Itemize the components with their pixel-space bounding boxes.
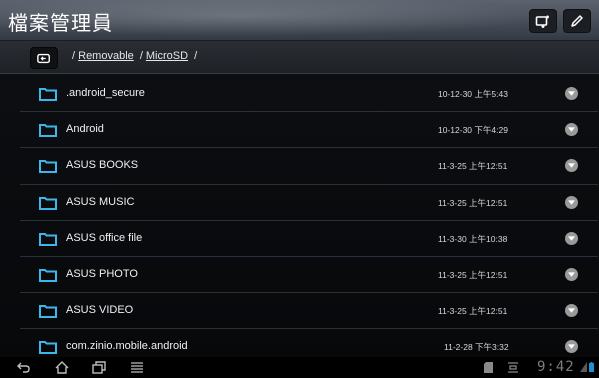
list-item[interactable]: ASUS MUSIC 11-3-25 上午12:51 bbox=[20, 185, 598, 221]
edit-icon bbox=[571, 15, 583, 27]
chevron-down-icon bbox=[568, 163, 575, 169]
list-item[interactable]: ASUS VIDEO 11-3-25 上午12:51 bbox=[20, 293, 598, 330]
item-menu-button[interactable] bbox=[565, 87, 578, 100]
item-menu-button[interactable] bbox=[565, 231, 578, 245]
file-date: 10-12-30 上午5:43 bbox=[438, 89, 508, 99]
item-menu-button[interactable] bbox=[565, 304, 578, 318]
file-name: Android bbox=[66, 123, 104, 136]
file-name: ASUS PHOTO bbox=[66, 267, 138, 280]
new-folder-icon bbox=[535, 15, 549, 28]
system-bar: 9:42 bbox=[0, 357, 599, 378]
chevron-down-icon bbox=[568, 344, 575, 349]
app-title: 檔案管理員 bbox=[8, 11, 113, 35]
file-date: 11-2-28 下午3:32 bbox=[444, 342, 509, 353]
item-menu-button[interactable] bbox=[565, 195, 578, 209]
back-folder-icon bbox=[37, 53, 50, 63]
chevron-down-icon bbox=[568, 91, 575, 96]
folder-icon bbox=[39, 124, 57, 138]
file-date: 11-3-25 上午12:51 bbox=[438, 269, 508, 280]
folder-icon bbox=[39, 196, 57, 210]
folder-icon bbox=[39, 268, 57, 282]
breadcrumb-microsd[interactable]: MicroSD bbox=[146, 50, 188, 62]
item-menu-button[interactable] bbox=[565, 267, 578, 281]
chevron-down-icon bbox=[568, 272, 575, 277]
sd-card-icon bbox=[484, 362, 493, 373]
usb-icon bbox=[508, 362, 518, 373]
folder-icon bbox=[39, 341, 57, 355]
menu-icon[interactable] bbox=[129, 360, 145, 375]
folder-icon bbox=[39, 305, 57, 319]
list-item[interactable]: ASUS BOOKS 11-3-25 上午12:51 bbox=[20, 148, 598, 185]
chevron-down-icon bbox=[568, 236, 575, 241]
title-bar: 檔案管理員 bbox=[0, 0, 599, 41]
list-item[interactable]: .android_secure 10-12-30 上午5:43 bbox=[20, 76, 598, 113]
breadcrumb-root: / bbox=[72, 50, 76, 62]
breadcrumb-separator: / bbox=[139, 50, 143, 62]
item-menu-button[interactable] bbox=[565, 123, 578, 137]
file-name: com.zinio.mobile.android bbox=[66, 340, 188, 353]
back-icon[interactable] bbox=[16, 360, 32, 375]
chevron-down-icon bbox=[568, 199, 575, 205]
home-icon[interactable] bbox=[54, 360, 70, 375]
item-menu-button[interactable] bbox=[565, 340, 578, 354]
file-list: .android_secure 10-12-30 上午5:43 Android … bbox=[20, 76, 598, 365]
recent-apps-icon[interactable] bbox=[91, 360, 107, 375]
list-item[interactable]: ASUS office file 11-3-30 上午10:38 bbox=[20, 221, 598, 257]
file-name: .android_secure bbox=[66, 87, 145, 99]
file-date: 11-3-25 上午12:51 bbox=[438, 161, 508, 172]
item-menu-button[interactable] bbox=[565, 159, 578, 173]
edit-button[interactable] bbox=[563, 9, 591, 33]
battery-icon bbox=[589, 362, 594, 372]
list-item[interactable]: ASUS PHOTO 11-3-25 上午12:51 bbox=[20, 257, 598, 294]
file-name: ASUS BOOKS bbox=[66, 159, 139, 172]
folder-icon bbox=[39, 88, 57, 101]
breadcrumb: / Removable / MicroSD / bbox=[72, 50, 200, 62]
breadcrumb-separator: / bbox=[194, 50, 198, 62]
file-date: 11-3-25 上午12:51 bbox=[438, 306, 508, 317]
file-manager-app: 檔案管理員 / Removable / MicroSD / .android_s… bbox=[0, 0, 599, 378]
chevron-down-icon bbox=[568, 308, 575, 313]
folder-icon bbox=[39, 160, 57, 174]
file-date: 11-3-25 上午12:51 bbox=[438, 197, 508, 208]
wifi-icon bbox=[580, 362, 587, 372]
file-name: ASUS VIDEO bbox=[66, 304, 134, 317]
up-folder-button[interactable] bbox=[30, 47, 58, 69]
file-date: 10-12-30 下午4:29 bbox=[438, 125, 508, 136]
list-item[interactable]: Android 10-12-30 下午4:29 bbox=[20, 112, 598, 149]
file-name: ASUS MUSIC bbox=[66, 195, 135, 208]
clock: 9:42 bbox=[537, 359, 575, 375]
path-bar: / Removable / MicroSD / bbox=[0, 41, 599, 74]
file-name: ASUS office file bbox=[66, 231, 143, 244]
breadcrumb-removable[interactable]: Removable bbox=[78, 50, 134, 62]
folder-icon bbox=[39, 232, 57, 246]
new-folder-button[interactable] bbox=[529, 9, 557, 33]
chevron-down-icon bbox=[568, 127, 575, 132]
file-date: 11-3-30 上午10:38 bbox=[438, 233, 508, 244]
